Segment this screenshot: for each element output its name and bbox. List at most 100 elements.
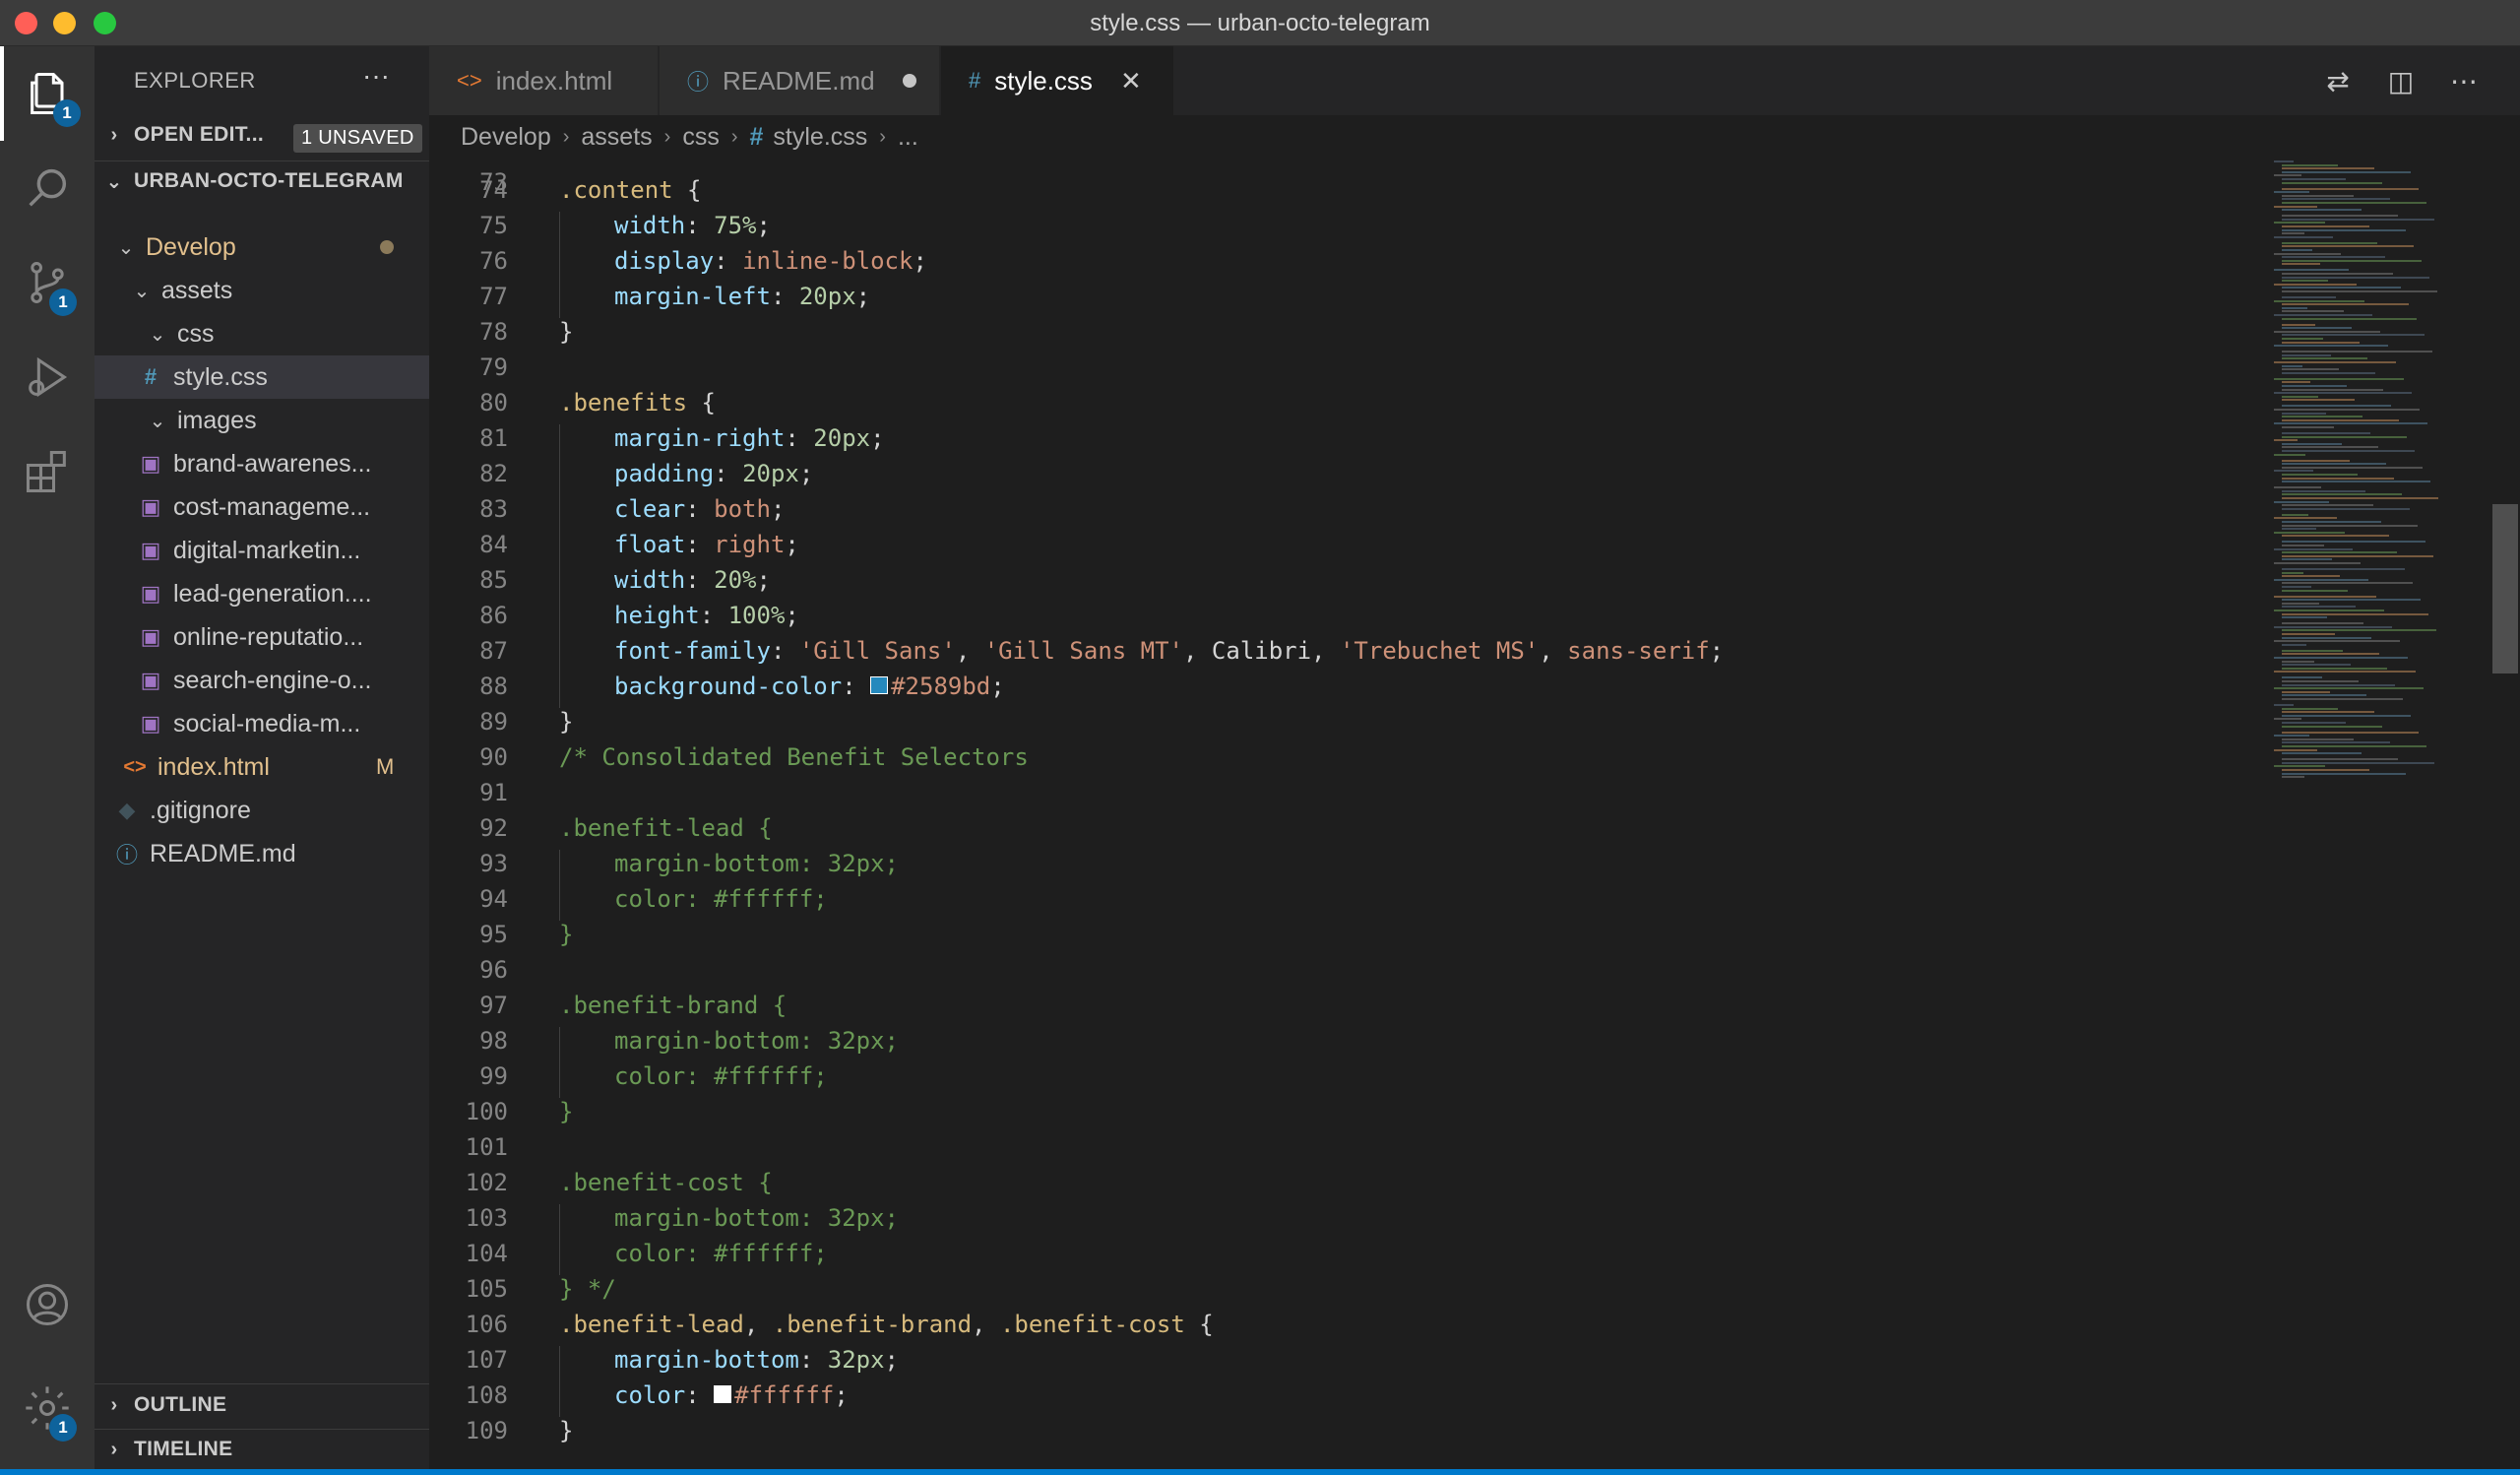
- code-token: height: [614, 602, 700, 629]
- tree-file[interactable]: ▣ digital-marketin...: [94, 529, 429, 572]
- line-number: 87: [479, 637, 508, 665]
- scrollbar-thumb[interactable]: [2492, 504, 2518, 673]
- timeline-section[interactable]: › TIMELINE: [94, 1429, 429, 1469]
- tab-style-css[interactable]: # style.css ✕: [941, 46, 1174, 115]
- more-icon: ⋯: [2450, 65, 2478, 96]
- color-swatch[interactable]: [870, 676, 889, 694]
- tree-folder[interactable]: ⌄ Develop: [94, 225, 429, 269]
- code-token: ,: [743, 1311, 773, 1338]
- tree-file[interactable]: ◆ .gitignore: [94, 789, 429, 832]
- split-editor-button[interactable]: ◫: [2384, 64, 2418, 97]
- code-token: .benefit-brand {: [559, 992, 788, 1019]
- chevron-right-icon: ›: [110, 123, 118, 146]
- activity-accounts-button[interactable]: [0, 1257, 94, 1352]
- code-text: margin-bottom: 32px;: [614, 1027, 899, 1055]
- minimap-line: [2282, 276, 2429, 279]
- info-file-icon: ⓘ: [687, 70, 710, 95]
- minimap-line: [2282, 575, 2340, 578]
- code-token: color: #ffffff;: [614, 1240, 828, 1267]
- image-file-icon: ▣: [140, 711, 161, 736]
- minimap-line: [2282, 381, 2310, 384]
- code-token: }: [559, 318, 574, 346]
- open-editors-section[interactable]: › OPEN EDIT... 1 UNSAVED: [94, 115, 429, 155]
- code-editor[interactable]: 73 74 .content {75 width: 75%; 76 display: i…: [429, 159, 2260, 1469]
- tree-file[interactable]: ▣ lead-generation....: [94, 572, 429, 615]
- indent-guide: [559, 1062, 560, 1098]
- minimap-line: [2282, 170, 2411, 173]
- tree-file[interactable]: ▣ cost-manageme...: [94, 485, 429, 529]
- line-number: 99: [479, 1062, 508, 1090]
- tree-folder[interactable]: ⌄ css: [94, 312, 429, 355]
- tree-item-label: Develop: [146, 232, 236, 261]
- tab-index-html[interactable]: <> index.html: [429, 46, 659, 115]
- project-section[interactable]: ⌄ URBAN-OCTO-TELEGRAM: [94, 160, 429, 201]
- image-file-icon: ▣: [140, 624, 161, 649]
- code-line: 103 margin-bottom: 32px;: [429, 1204, 2260, 1240]
- minimap-line: [2282, 259, 2422, 262]
- unsaved-badge: 1 UNSAVED: [293, 124, 422, 153]
- chevron-right-icon: ›: [110, 1438, 118, 1460]
- code-token: inline-block: [742, 247, 914, 275]
- breadcrumb-item[interactable]: Develop: [461, 123, 551, 152]
- code-line: 95}: [429, 921, 2260, 956]
- indent-guide: [559, 1027, 560, 1062]
- line-number: 77: [479, 283, 508, 310]
- minimap-line: [2274, 531, 2345, 534]
- minimap-line: [2282, 256, 2385, 259]
- code-token: 20px: [813, 424, 871, 452]
- activity-extensions-button[interactable]: [0, 424, 94, 519]
- tree-file[interactable]: ▣ brand-awarenes...: [94, 442, 429, 485]
- code-token: sans-serif: [1567, 637, 1710, 665]
- minimap-line: [2282, 364, 2302, 367]
- breadcrumb-item[interactable]: style.css: [773, 123, 867, 152]
- breadcrumb-item[interactable]: css: [682, 123, 720, 152]
- color-swatch[interactable]: [714, 1385, 732, 1403]
- minimap-line: [2282, 198, 2390, 201]
- activity-search-button[interactable]: [0, 141, 94, 235]
- code-token: 'Gill Sans MT': [983, 637, 1184, 665]
- timeline-label: TIMELINE: [134, 1438, 233, 1460]
- minimap-line: [2282, 571, 2303, 574]
- activity-manage-button[interactable]: 1: [0, 1361, 94, 1455]
- breadcrumb-item[interactable]: ...: [898, 123, 918, 152]
- minimap-line: [2282, 660, 2314, 663]
- tab-readme-md[interactable]: ⓘ README.md: [660, 46, 940, 115]
- tree-file[interactable]: ▣ online-reputatio...: [94, 615, 429, 659]
- outline-label: OUTLINE: [134, 1393, 227, 1416]
- tree-item-label: images: [177, 406, 257, 434]
- editor-scrollbar[interactable]: [2490, 159, 2520, 1469]
- minimap-line: [2282, 466, 2423, 469]
- tree-file[interactable]: # style.css: [94, 355, 429, 399]
- activity-source-control-button[interactable]: 1: [0, 235, 94, 330]
- indent-guide: [559, 1346, 560, 1381]
- code-line: 94 color: #ffffff;: [429, 885, 2260, 921]
- tree-file[interactable]: ▣ search-engine-o...: [94, 659, 429, 702]
- tree-item-label: cost-manageme...: [173, 492, 371, 521]
- close-icon[interactable]: ✕: [1120, 66, 1142, 96]
- editor-more-actions-button[interactable]: ⋯: [2447, 64, 2481, 97]
- minimap-line: [2282, 232, 2304, 235]
- activity-run-debug-button[interactable]: [0, 330, 94, 424]
- line-number: 97: [479, 992, 508, 1019]
- breadcrumb-item[interactable]: assets: [581, 123, 652, 152]
- tree-file[interactable]: <> index.html M: [94, 745, 429, 789]
- tree-file[interactable]: ▣ social-media-m...: [94, 702, 429, 745]
- tree-item-label: brand-awarenes...: [173, 449, 372, 478]
- minimap-line: [2274, 345, 2388, 348]
- minimap-line: [2282, 353, 2331, 356]
- outline-section[interactable]: › OUTLINE: [94, 1385, 429, 1425]
- tree-file[interactable]: ⓘ README.md: [94, 832, 429, 875]
- open-changes-button[interactable]: ⇄: [2321, 64, 2355, 97]
- explorer-more-actions-button[interactable]: ···: [362, 60, 390, 92]
- code-token: :: [699, 602, 728, 629]
- minimap[interactable]: [2260, 159, 2487, 1469]
- activity-explorer-button[interactable]: 1: [0, 46, 94, 141]
- minimap-line: [2282, 643, 2306, 646]
- code-token: .benefits: [559, 389, 688, 417]
- tree-folder[interactable]: ⌄ images: [94, 399, 429, 442]
- code-token: margin-bottom: 32px;: [614, 1204, 899, 1232]
- line-number: 104: [465, 1240, 508, 1267]
- minimap-line: [2282, 683, 2395, 686]
- tree-folder[interactable]: ⌄ assets: [94, 269, 429, 312]
- tree-item-label: style.css: [173, 362, 268, 391]
